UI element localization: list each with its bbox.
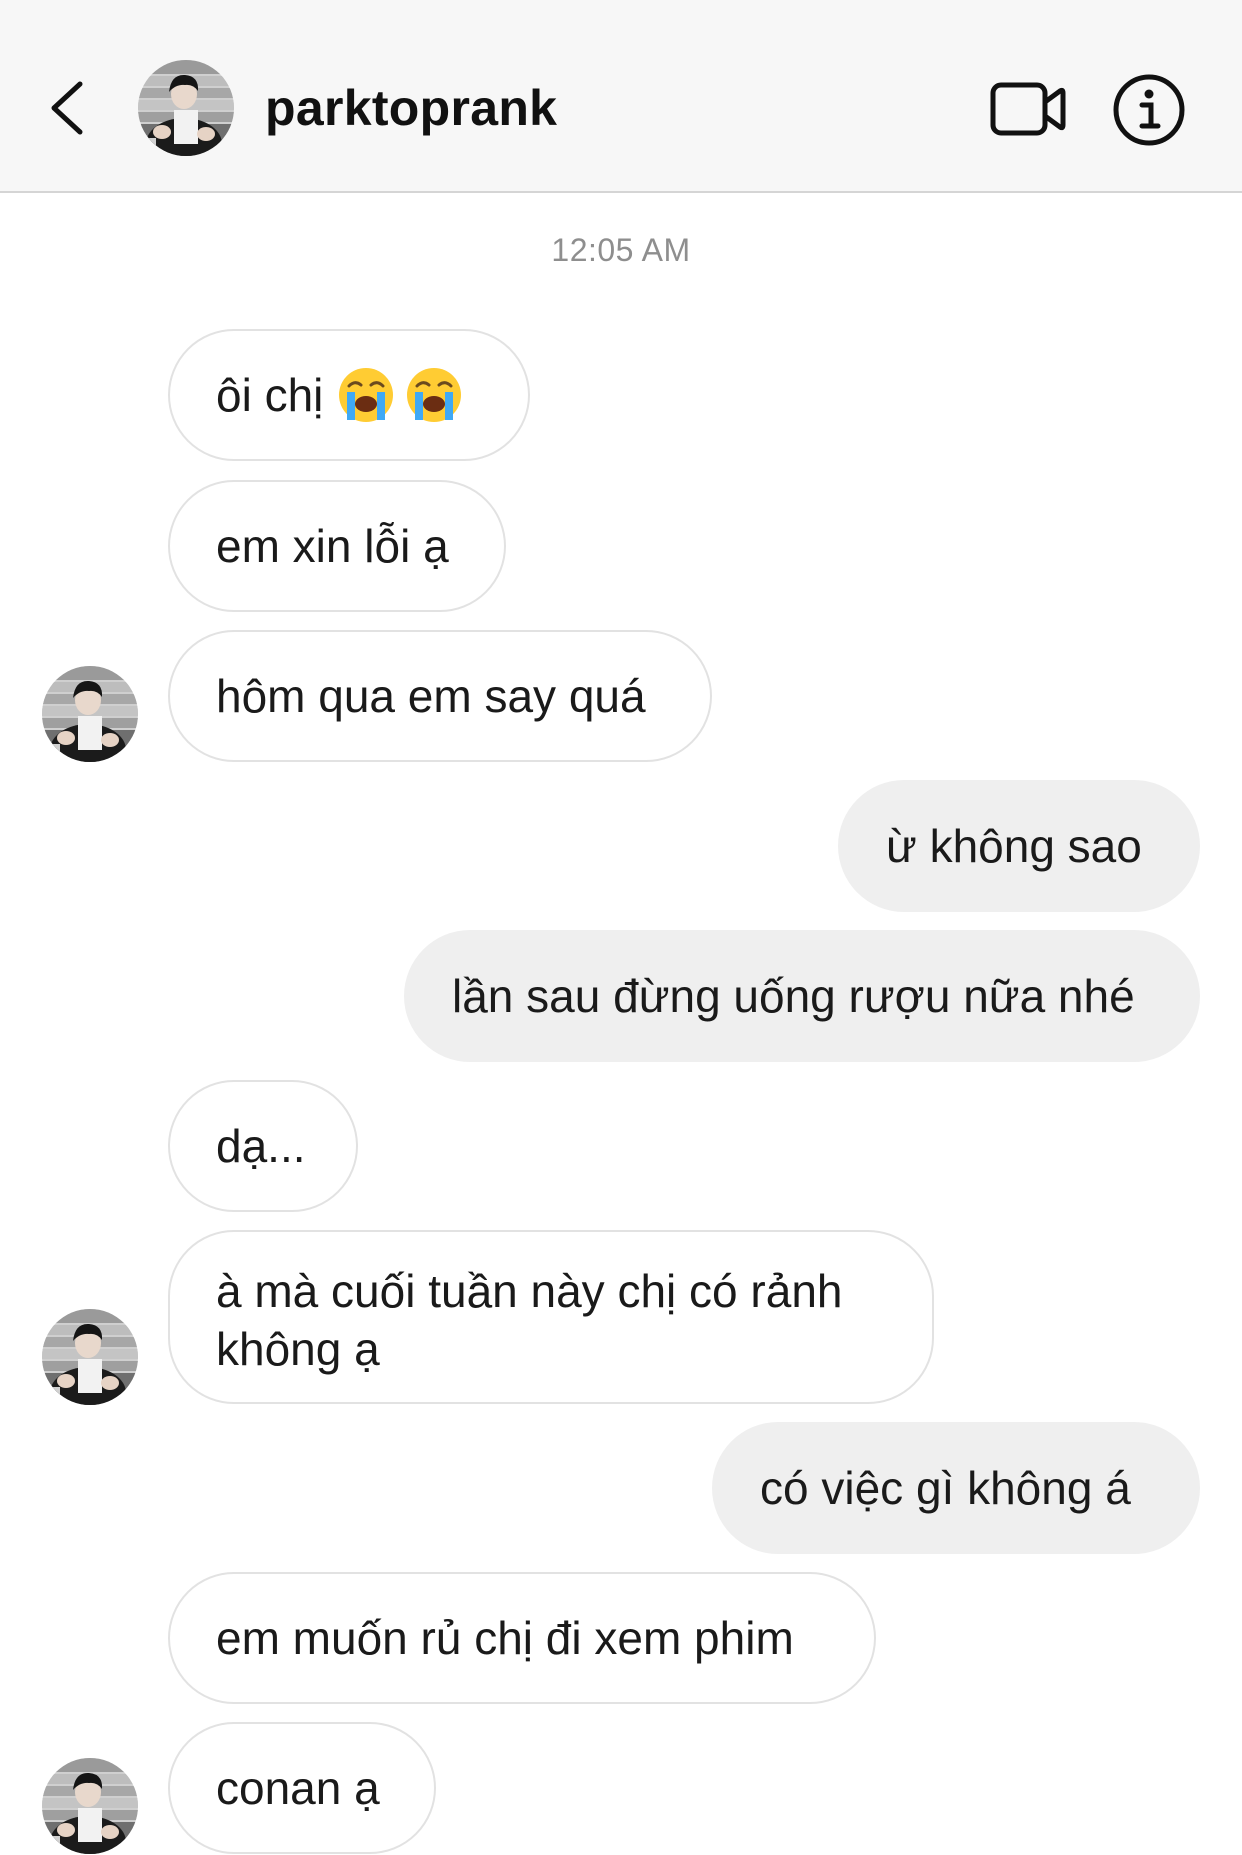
video-call-icon[interactable] (990, 80, 1066, 138)
loudly-crying-face-icon (339, 368, 394, 422)
avatar[interactable] (138, 60, 234, 156)
message-bubble-incoming[interactable]: à mà cuối tuần này chị có rảnh không ạ (168, 1230, 934, 1404)
message-bubble-outgoing[interactable]: lần sau đừng uống rượu nữa nhé (404, 930, 1200, 1062)
chat-username[interactable]: parktoprank (265, 78, 557, 138)
message-text: có việc gì không á (760, 1462, 1131, 1514)
message-bubble-incoming[interactable]: dạ... (168, 1080, 358, 1212)
message-text: hôm qua em say quá (216, 670, 646, 722)
back-icon[interactable] (46, 78, 86, 138)
message-bubble-incoming[interactable]: ôi chị (168, 329, 530, 461)
message-text: lần sau đừng uống rượu nữa nhé (452, 970, 1135, 1022)
message-text: dạ... (216, 1120, 306, 1172)
message-text: em muốn rủ chị đi xem phim (216, 1612, 794, 1664)
message-text: conan ạ (216, 1762, 380, 1814)
avatar[interactable] (42, 1309, 138, 1405)
info-icon[interactable] (1112, 73, 1186, 147)
message-bubble-incoming[interactable]: hôm qua em say quá (168, 630, 712, 762)
chat-header: parktoprank (0, 0, 1242, 193)
message-bubble-incoming[interactable]: conan ạ (168, 1722, 436, 1854)
message-bubble-outgoing[interactable]: có việc gì không á (712, 1422, 1200, 1554)
avatar[interactable] (42, 1758, 138, 1854)
message-timestamp: 12:05 AM (551, 232, 691, 268)
message-text: à mà cuối tuần này chị có rảnh không ạ (216, 1265, 843, 1375)
loudly-crying-face-icon (407, 368, 462, 422)
message-text: ừ không sao (886, 820, 1142, 872)
message-bubble-incoming[interactable]: em xin lỗi ạ (168, 480, 506, 612)
message-text: em xin lỗi ạ (216, 520, 449, 572)
message-text: ôi chị (216, 369, 324, 421)
avatar[interactable] (42, 666, 138, 762)
message-bubble-outgoing[interactable]: ừ không sao (838, 780, 1200, 912)
message-bubble-incoming[interactable]: em muốn rủ chị đi xem phim (168, 1572, 876, 1704)
